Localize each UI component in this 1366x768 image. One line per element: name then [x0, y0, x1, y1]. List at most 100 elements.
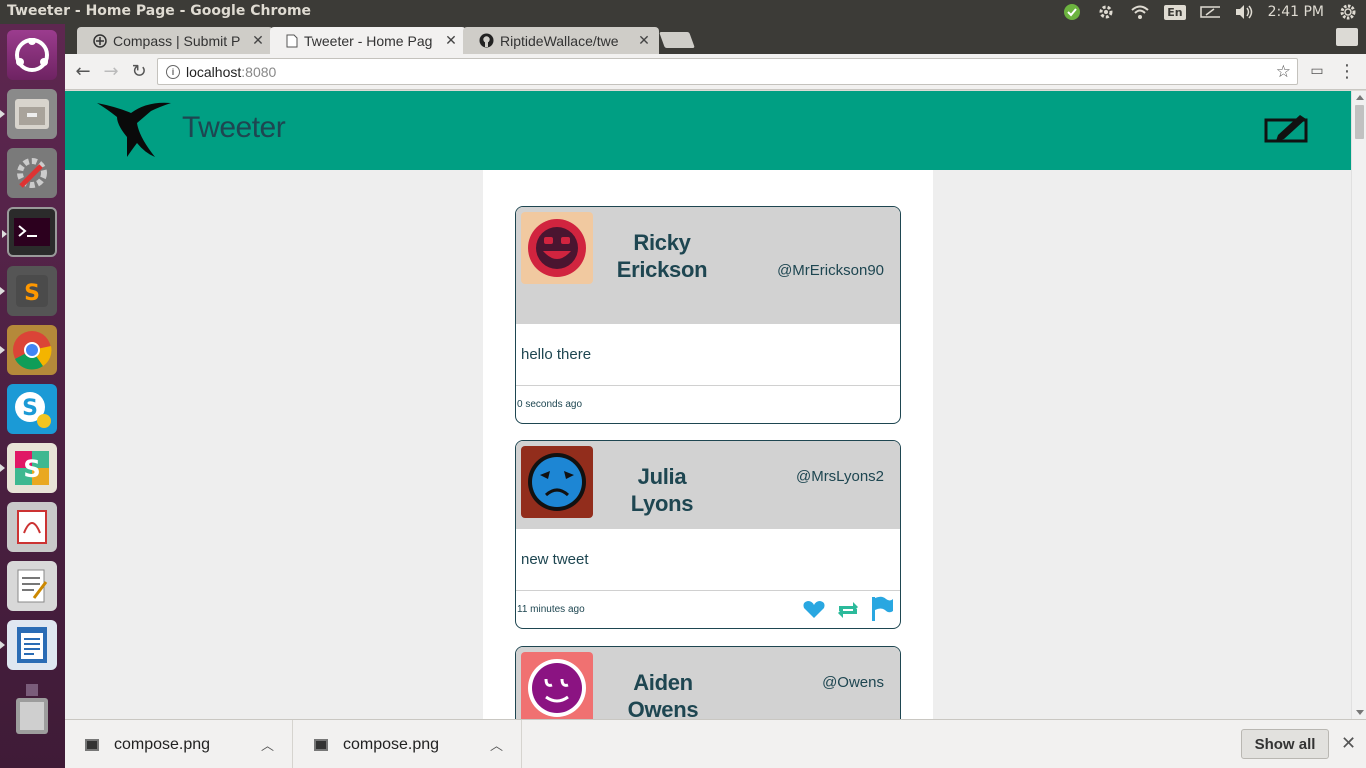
system-gear-icon[interactable] — [1338, 2, 1358, 22]
tweet-author-name: Aiden Owens — [627, 670, 699, 719]
tweet-timestamp: 11 minutes ago — [517, 604, 585, 615]
trash-icon — [16, 684, 48, 734]
sublime-text-icon: S — [16, 275, 48, 307]
terminal-launcher[interactable] — [2, 207, 57, 257]
text-editor-launcher[interactable] — [7, 561, 57, 611]
tweet-header: Ricky Erickson @MrErickson90 — [516, 207, 900, 324]
tweet-footer: 11 minutes ago — [516, 591, 900, 628]
files-launcher[interactable] — [0, 89, 57, 139]
tab-label: Compass | Submit P — [113, 32, 241, 49]
close-icon[interactable]: ✕ — [1341, 733, 1356, 754]
close-tab-icon[interactable]: ✕ — [444, 32, 458, 49]
slack-icon: S — [15, 451, 49, 485]
retweet-icon[interactable] — [836, 599, 860, 619]
download-shelf: compose.png ︿ compose.png ︿ Show all ✕ — [65, 719, 1366, 768]
page-viewport: Tweeter Ricky Erickson @MrErickson90 hel… — [65, 91, 1351, 719]
page-scrollbar[interactable] — [1351, 91, 1366, 719]
tweet-card: Julia Lyons @MrsLyons2 new tweet 11 minu… — [515, 440, 901, 629]
back-icon[interactable]: ← — [71, 59, 95, 83]
tab-tweeter[interactable]: Tweeter - Home Pag ✕ — [270, 27, 466, 54]
download-item[interactable]: compose.png ︿ — [65, 720, 293, 768]
address-bar[interactable]: i localhost:8080 ☆ — [157, 58, 1298, 85]
browser-window: Compass | Submit P ✕ Tweeter - Home Pag … — [65, 24, 1366, 768]
terminal-icon — [14, 218, 50, 246]
chevron-up-icon[interactable]: ︿ — [490, 735, 503, 754]
svg-text:S: S — [24, 281, 40, 306]
bookmark-star-icon[interactable]: ☆ — [1276, 62, 1291, 82]
close-tab-icon[interactable]: ✕ — [251, 32, 265, 49]
update-check-icon[interactable] — [1062, 2, 1082, 22]
network-settings-icon[interactable] — [1096, 2, 1116, 22]
menu-icon[interactable]: ⋮ — [1335, 59, 1359, 83]
scroll-down-icon[interactable] — [1356, 710, 1364, 715]
chevron-up-icon[interactable]: ︿ — [261, 735, 274, 754]
new-tab-button[interactable] — [659, 32, 695, 48]
tweet-author-name: Ricky Erickson — [616, 230, 708, 282]
tweet-footer: 0 seconds ago — [516, 386, 900, 423]
battery-icon[interactable] — [1199, 2, 1220, 22]
avatar-face-icon — [528, 659, 586, 717]
unity-launcher: S S S — [0, 24, 65, 768]
site-info-icon[interactable]: i — [166, 64, 180, 79]
trash-launcher[interactable] — [7, 684, 57, 734]
keyboard-language-indicator[interactable]: En — [1164, 4, 1186, 20]
tweet-text: hello there — [516, 324, 900, 386]
writer-launcher[interactable] — [0, 620, 57, 670]
url-host: localhost — [186, 63, 242, 80]
scroll-up-icon[interactable] — [1356, 95, 1364, 100]
tweet-text: new tweet — [516, 529, 900, 591]
clock[interactable]: 2:41 PM — [1268, 4, 1324, 20]
tab-strip: Compass | Submit P ✕ Tweeter - Home Pag … — [65, 24, 1366, 54]
compose-tweet-icon[interactable] — [1264, 113, 1310, 143]
ubuntu-icon — [15, 38, 49, 72]
reload-icon[interactable]: ↻ — [127, 59, 151, 83]
skype-launcher[interactable]: S — [7, 384, 57, 434]
avatar-face-icon — [528, 453, 586, 511]
sublime-text-launcher[interactable]: S — [0, 266, 57, 316]
avatar-face-icon — [528, 219, 586, 277]
forward-icon[interactable]: → — [99, 59, 123, 83]
profile-menu-button[interactable] — [1336, 28, 1358, 46]
like-heart-icon[interactable] — [802, 599, 826, 619]
text-editor-icon — [17, 569, 48, 603]
pdf-viewer-launcher[interactable] — [7, 502, 57, 552]
flag-icon[interactable] — [870, 596, 894, 622]
window-title: Tweeter - Home Page - Google Chrome — [7, 3, 312, 19]
show-all-downloads-button[interactable]: Show all — [1241, 729, 1329, 759]
tweet-card: Ricky Erickson @MrErickson90 hello there… — [515, 206, 901, 424]
hummingbird-logo-icon — [97, 102, 171, 157]
system-tray: En 2:41 PM — [1062, 2, 1358, 22]
page-icon — [286, 34, 298, 47]
tweet-author-name: Julia Lyons — [630, 464, 694, 516]
image-file-icon — [314, 738, 328, 751]
writer-icon — [17, 627, 47, 663]
settings-icon — [17, 158, 47, 188]
chrome-icon — [13, 331, 52, 370]
settings-launcher[interactable] — [7, 148, 57, 198]
download-item[interactable]: compose.png ︿ — [294, 720, 522, 768]
avatar — [521, 652, 593, 719]
files-icon — [15, 99, 49, 129]
tweet-header: Julia Lyons @MrsLyons2 — [516, 441, 900, 529]
app-title: Tweeter — [182, 111, 286, 144]
volume-icon[interactable] — [1234, 2, 1254, 22]
tab-compass[interactable]: Compass | Submit P ✕ — [77, 27, 273, 54]
tweet-author-handle: @MrErickson90 — [777, 262, 884, 279]
slack-launcher[interactable]: S — [0, 443, 57, 493]
system-top-panel: Tweeter - Home Page - Google Chrome En 2… — [0, 0, 1366, 24]
close-tab-icon[interactable]: ✕ — [637, 32, 651, 49]
compass-icon — [93, 33, 107, 48]
tab-github[interactable]: RiptideWallace/twe ✕ — [463, 27, 659, 54]
image-file-icon — [85, 738, 99, 751]
tab-label: RiptideWallace/twe — [500, 32, 619, 49]
github-icon — [479, 33, 494, 48]
tweet-feed: Ricky Erickson @MrErickson90 hello there… — [483, 170, 933, 719]
chrome-launcher[interactable] — [0, 325, 57, 375]
tweet-header: Aiden Owens @Owens — [516, 647, 900, 719]
scrollbar-thumb[interactable] — [1355, 105, 1364, 139]
cast-icon[interactable]: ▭ — [1305, 59, 1329, 83]
wifi-icon[interactable] — [1130, 2, 1150, 22]
pdf-viewer-icon — [17, 510, 47, 544]
browser-toolbar: ← → ↻ i localhost:8080 ☆ ▭ ⋮ — [65, 54, 1366, 90]
ubuntu-dash-button[interactable] — [7, 30, 57, 80]
